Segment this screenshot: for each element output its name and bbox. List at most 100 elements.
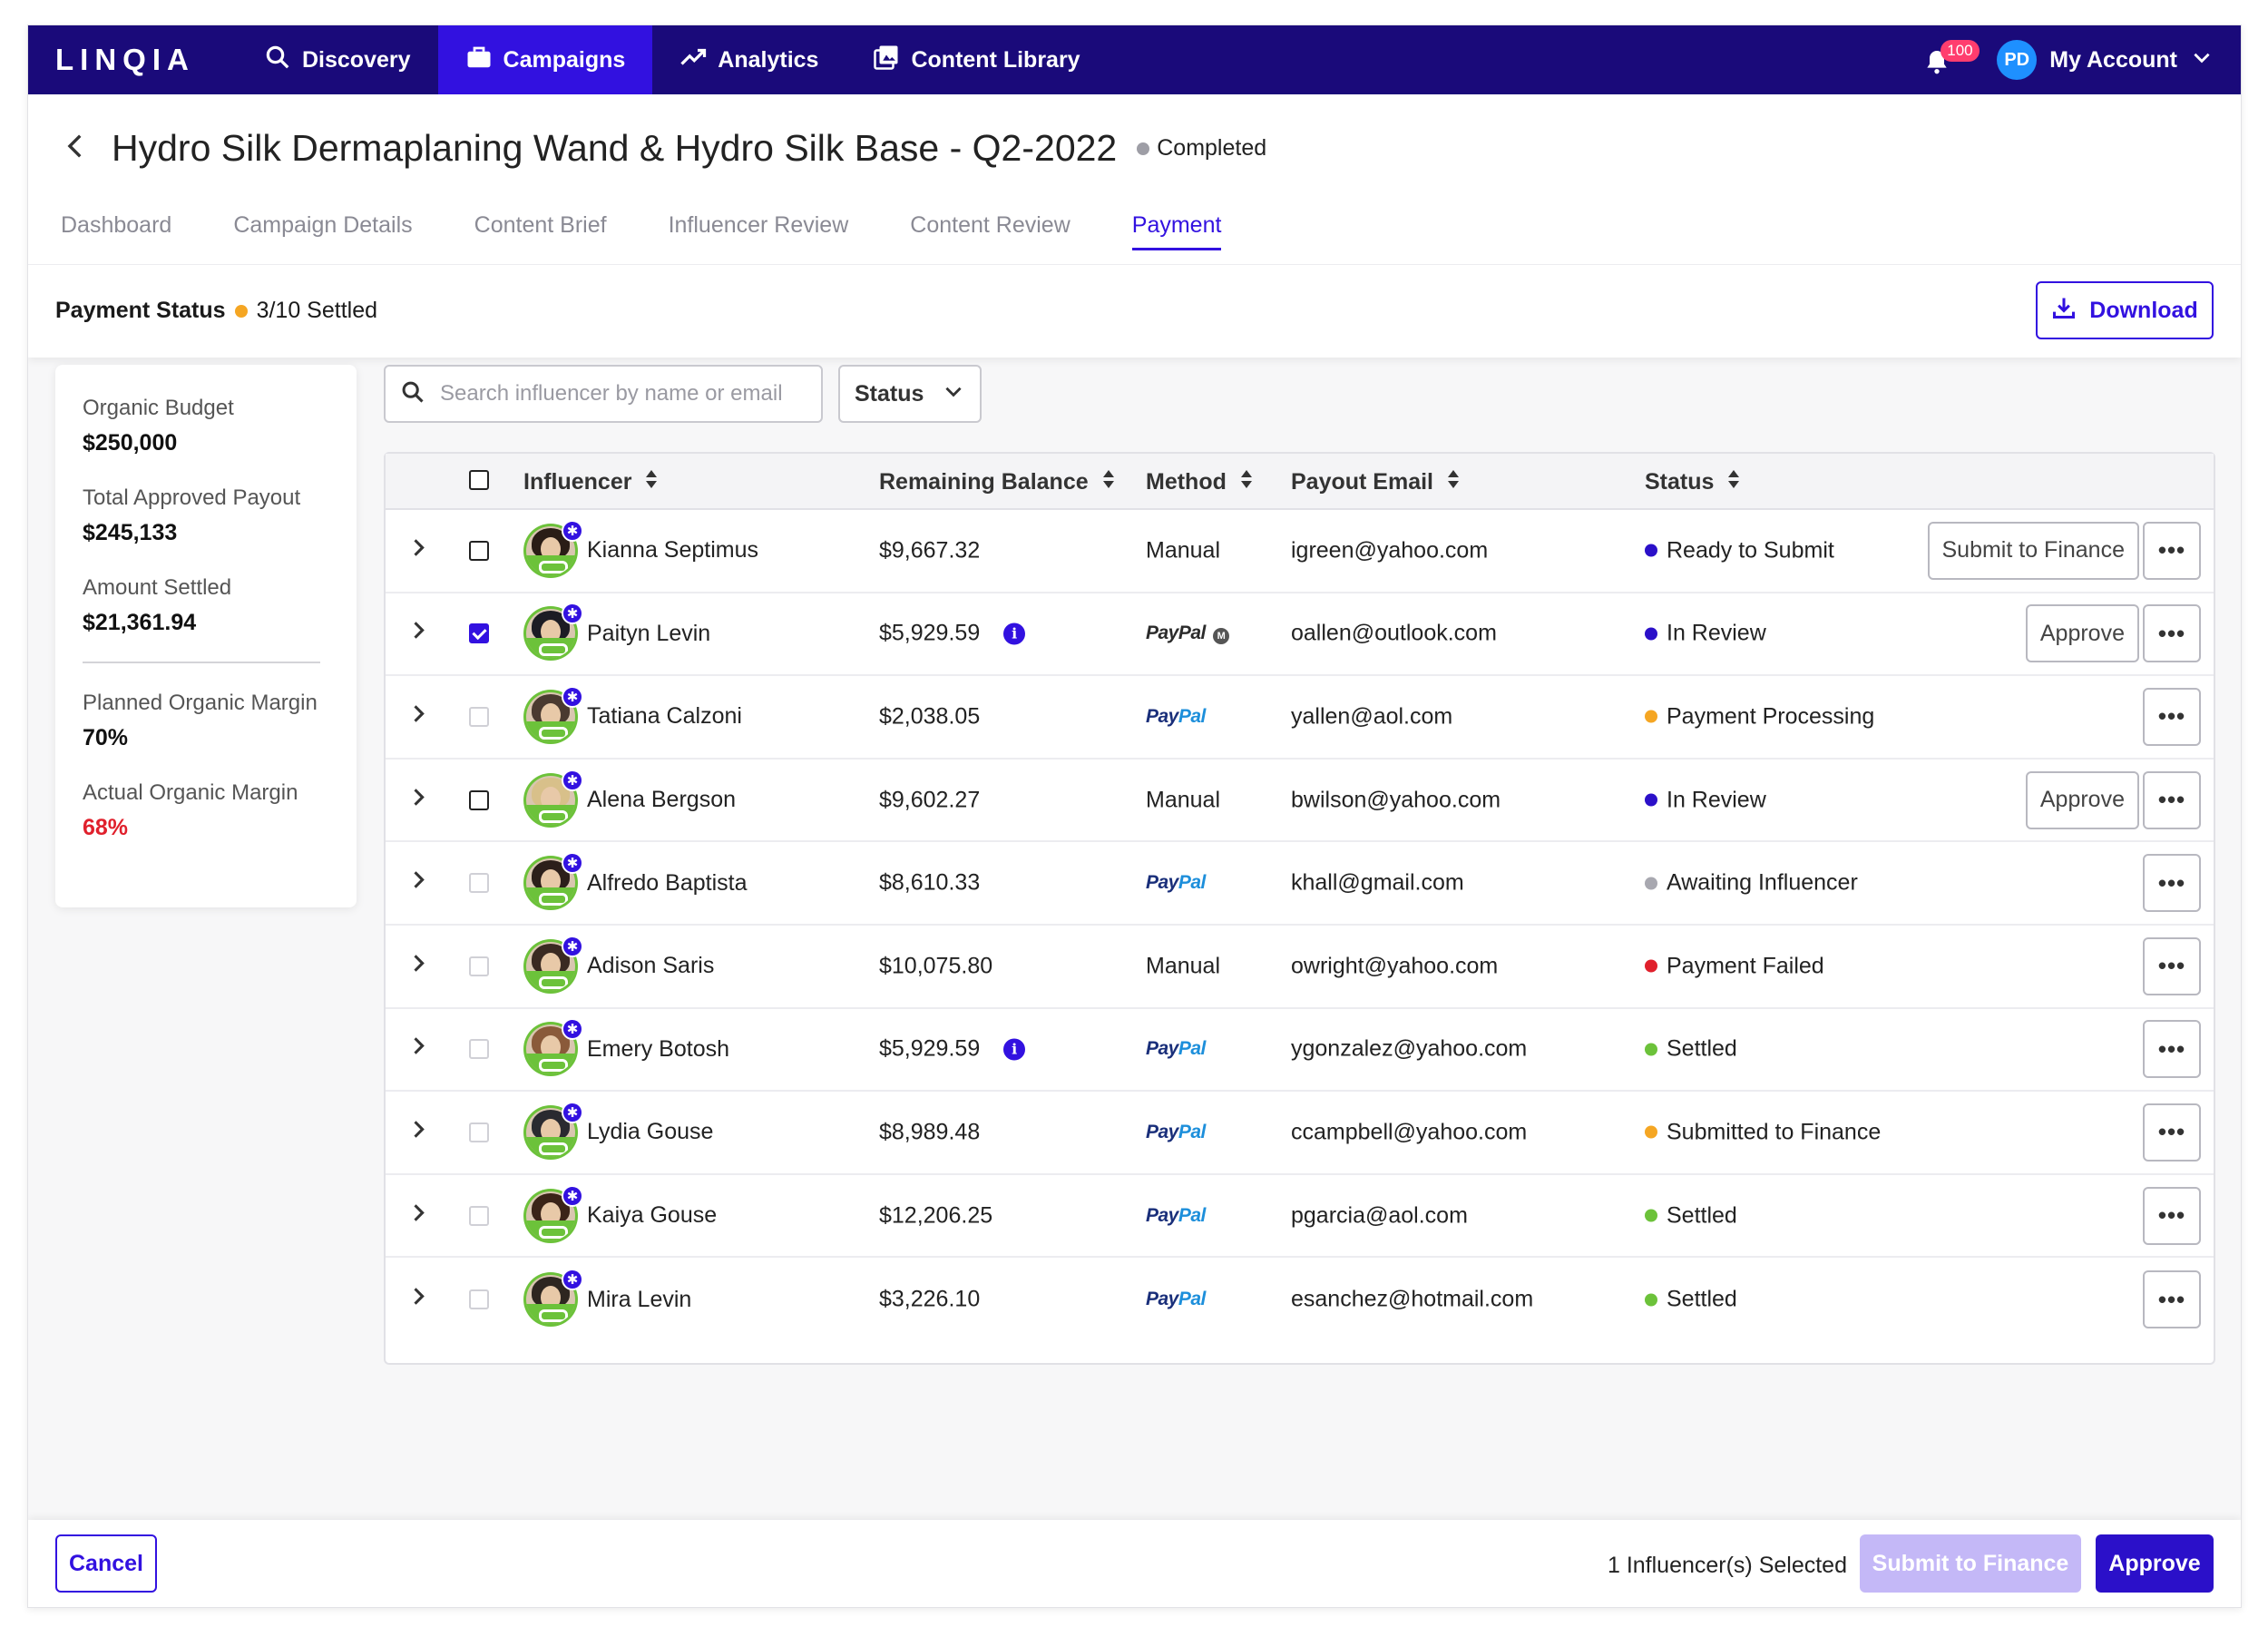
more-options-button[interactable]: ••• bbox=[2143, 1186, 2201, 1245]
nav-analytics[interactable]: Analytics bbox=[652, 25, 846, 94]
download-button[interactable]: Download bbox=[2036, 281, 2214, 339]
tab-content-brief[interactable]: Content Brief bbox=[474, 212, 607, 250]
nav-content-library[interactable]: Content Library bbox=[846, 25, 1107, 94]
column-method[interactable]: Method bbox=[1146, 468, 1254, 496]
more-options-button[interactable]: ••• bbox=[2143, 854, 2201, 913]
influencer-name[interactable]: Kianna Septimus bbox=[587, 537, 758, 564]
row-checkbox[interactable] bbox=[469, 956, 489, 976]
expand-row-button[interactable] bbox=[406, 701, 431, 732]
approve-button[interactable]: Approve bbox=[2096, 1534, 2214, 1593]
column-influencer[interactable]: Influencer bbox=[523, 468, 659, 496]
influencer-search[interactable] bbox=[384, 365, 823, 423]
expand-row-button[interactable] bbox=[406, 618, 431, 650]
table-row[interactable]: ✱ Adison Saris $10,075.80 Manual owright@yah… bbox=[386, 926, 2214, 1009]
expand-row-button[interactable] bbox=[406, 950, 431, 982]
more-options-button[interactable]: ••• bbox=[2143, 604, 2201, 663]
tab-dashboard[interactable]: Dashboard bbox=[61, 212, 171, 250]
sort-icon[interactable] bbox=[1726, 468, 1741, 496]
sort-icon[interactable] bbox=[644, 468, 659, 496]
column-remaining-balance[interactable]: Remaining Balance bbox=[879, 468, 1116, 496]
influencer-name[interactable]: Alena Bergson bbox=[587, 787, 736, 813]
influencer-name[interactable]: Tatiana Calzoni bbox=[587, 703, 742, 730]
table-row[interactable]: ✱ Emery Botosh $5,929.59 i PayPal ygonzalez@y… bbox=[386, 1009, 2214, 1093]
tab-content-review[interactable]: Content Review bbox=[910, 212, 1070, 250]
row-checkbox[interactable] bbox=[469, 706, 489, 727]
expand-row-button[interactable] bbox=[406, 1200, 431, 1231]
tab-influencer-review[interactable]: Influencer Review bbox=[669, 212, 849, 250]
more-options-button[interactable]: ••• bbox=[2143, 936, 2201, 995]
table-row[interactable]: ✱ Tatiana Calzoni $2,038.05 PayPal yallen@ao… bbox=[386, 676, 2214, 760]
summary-divider bbox=[83, 662, 320, 663]
search-input[interactable] bbox=[440, 381, 821, 407]
column-status[interactable]: Status bbox=[1645, 468, 1741, 496]
nav-discovery[interactable]: Discovery bbox=[237, 25, 438, 94]
tabs-divider bbox=[28, 264, 2241, 265]
expand-row-button[interactable] bbox=[406, 784, 431, 816]
influencer-name[interactable]: Paityn Levin bbox=[587, 621, 710, 647]
expand-row-button[interactable] bbox=[406, 1284, 431, 1316]
table-row[interactable]: ✱ Lydia Gouse $8,989.48 PayPal ccampbell@yah… bbox=[386, 1092, 2214, 1175]
table-row[interactable]: ✱ Alena Bergson $9,602.27 Manual bwilson@yah… bbox=[386, 760, 2214, 843]
info-icon[interactable]: i bbox=[1003, 622, 1026, 645]
sort-icon[interactable] bbox=[1101, 468, 1116, 496]
actual-organic-margin-value: 68% bbox=[83, 815, 129, 840]
more-options-button[interactable]: ••• bbox=[2143, 1103, 2201, 1162]
influencer-name[interactable]: Mira Levin bbox=[587, 1287, 691, 1313]
status-dot bbox=[1645, 877, 1657, 890]
submit-to-finance-button[interactable]: Submit to Finance bbox=[1860, 1534, 2081, 1593]
row-checkbox[interactable] bbox=[469, 1205, 489, 1226]
row-checkbox[interactable] bbox=[469, 789, 489, 810]
more-options-button[interactable]: ••• bbox=[2143, 521, 2201, 580]
row-checkbox[interactable] bbox=[469, 1289, 489, 1310]
sort-icon[interactable] bbox=[1446, 468, 1461, 496]
more-options-button[interactable]: ••• bbox=[2143, 770, 2201, 829]
row-checkbox[interactable] bbox=[469, 1122, 489, 1142]
payout-email: ygonzalez@yahoo.com bbox=[1291, 1035, 1528, 1062]
row-checkbox[interactable] bbox=[469, 540, 489, 561]
influencer-name[interactable]: Kaiya Gouse bbox=[587, 1202, 717, 1229]
status-filter-dropdown[interactable]: Status bbox=[838, 365, 982, 423]
back-arrow-icon[interactable] bbox=[61, 131, 92, 166]
table-row[interactable]: ✱ Mira Levin $3,226.10 PayPal esanchez@hotma… bbox=[386, 1258, 2214, 1341]
more-options-button[interactable]: ••• bbox=[2143, 1020, 2201, 1079]
tab-payment[interactable]: Payment bbox=[1131, 212, 1222, 250]
my-account-label: My Account bbox=[2049, 46, 2177, 73]
sort-icon[interactable] bbox=[1239, 468, 1254, 496]
row-checkbox[interactable] bbox=[469, 873, 489, 894]
expand-row-button[interactable] bbox=[406, 1116, 431, 1148]
cancel-button[interactable]: Cancel bbox=[55, 1534, 157, 1593]
influencer-name[interactable]: Adison Saris bbox=[587, 953, 714, 979]
tab-campaign-details[interactable]: Campaign Details bbox=[233, 212, 412, 250]
table-row[interactable]: ✱ Paityn Levin $5,929.59 i PayPal M oallen@out… bbox=[386, 593, 2214, 677]
row-checkbox[interactable] bbox=[469, 1039, 489, 1060]
my-account-menu[interactable]: PD My Account bbox=[1980, 40, 2214, 80]
row-checkbox[interactable] bbox=[469, 623, 489, 644]
row-action-button[interactable]: Approve bbox=[2025, 770, 2139, 829]
info-icon[interactable]: i bbox=[1003, 1038, 1026, 1061]
influencer-name[interactable]: Alfredo Baptista bbox=[587, 870, 748, 897]
row-action-button[interactable]: Approve bbox=[2025, 604, 2139, 663]
table-row[interactable]: ✱ Kaiya Gouse $12,206.25 PayPal pgarcia@aol.… bbox=[386, 1175, 2214, 1259]
table-row[interactable]: ✱ Alfredo Baptista $8,610.33 PayPal khall@gm… bbox=[386, 842, 2214, 926]
row-action-button[interactable]: Submit to Finance bbox=[1927, 521, 2139, 580]
paypal-logo: PayPal M bbox=[1146, 622, 1229, 645]
expand-row-button[interactable] bbox=[406, 868, 431, 899]
influencer-name[interactable]: Lydia Gouse bbox=[587, 1119, 713, 1145]
select-all-checkbox[interactable] bbox=[469, 470, 489, 490]
table-row[interactable]: ✱ Kianna Septimus $9,667.32 Manual igreen@ya… bbox=[386, 510, 2214, 593]
expand-row-button[interactable] bbox=[406, 534, 431, 566]
nav-campaigns[interactable]: Campaigns bbox=[437, 25, 653, 94]
notifications-button[interactable]: 100 bbox=[1922, 40, 1980, 78]
ellipsis-icon: ••• bbox=[2157, 1201, 2186, 1230]
avatar: ✱ bbox=[523, 1101, 583, 1160]
ellipsis-icon: ••• bbox=[2157, 952, 2186, 980]
notification-count-badge: 100 bbox=[1941, 40, 1980, 62]
budget-summary-card: Organic Budget $250,000 Total Approved P… bbox=[55, 365, 357, 907]
influencer-name[interactable]: Emery Botosh bbox=[587, 1036, 729, 1063]
column-payout-email[interactable]: Payout Email bbox=[1291, 468, 1461, 496]
more-options-button[interactable]: ••• bbox=[2143, 687, 2201, 746]
linqia-logo[interactable]: LINQIA bbox=[55, 43, 237, 77]
paypal-logo: PayPal bbox=[1146, 1121, 1206, 1142]
expand-row-button[interactable] bbox=[406, 1034, 431, 1065]
more-options-button[interactable]: ••• bbox=[2143, 1270, 2201, 1329]
